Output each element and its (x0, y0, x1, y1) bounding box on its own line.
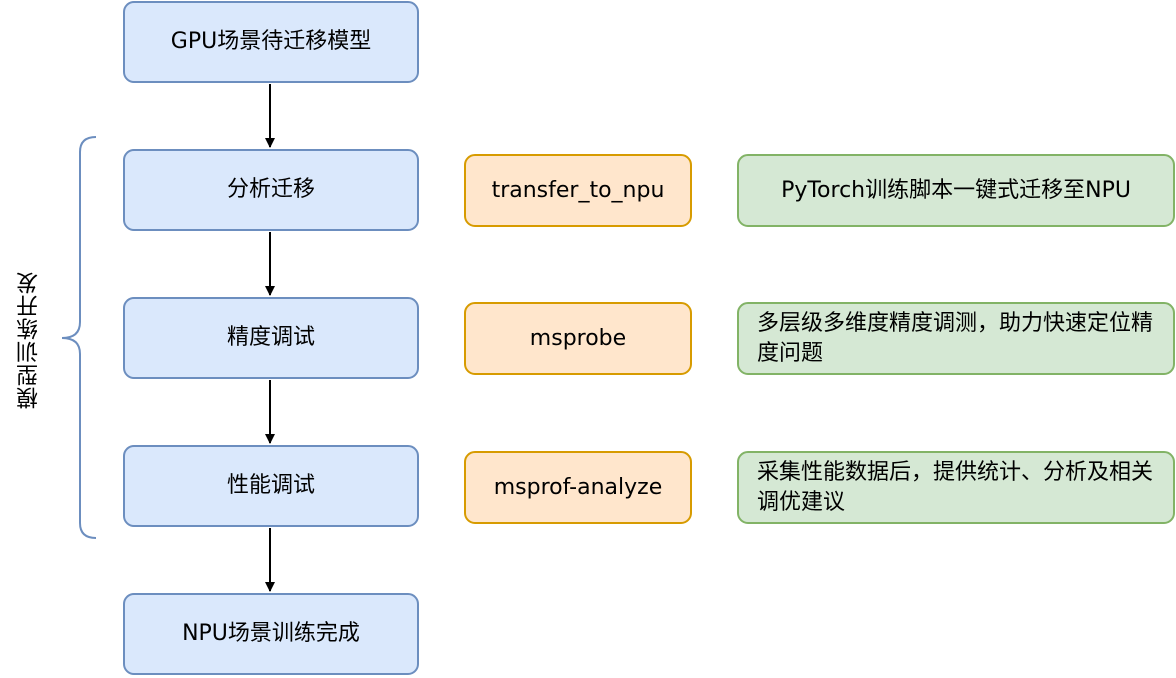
step-analysis-migration-label: 分析迁移 (226, 177, 315, 202)
desc-precision: 多层级多维度精度调测，助力快速定位精度问题 (737, 302, 1175, 375)
end-node-label: NPU场景训练完成 (182, 621, 360, 646)
desc-migration: PyTorch训练脚本一键式迁移至NPU (737, 154, 1175, 227)
step-precision-debug-label: 精度调试 (226, 325, 315, 350)
group-brace (61, 136, 97, 539)
tool-transfer-to-npu-label: transfer_to_npu (491, 177, 665, 203)
desc-precision-text: 多层级多维度精度调测，助力快速定位精度问题 (757, 310, 1154, 366)
start-node: GPU场景待迁移模型 (123, 1, 419, 83)
tool-msprobe-label: msprobe (529, 325, 627, 351)
tool-msprobe: msprobe (464, 302, 692, 375)
tool-transfer-to-npu: transfer_to_npu (464, 154, 692, 227)
desc-performance-text: 采集性能数据后，提供统计、分析及相关调优建议 (757, 459, 1154, 515)
step-performance-debug: 性能调试 (123, 445, 419, 527)
start-node-label: GPU场景待迁移模型 (170, 29, 372, 54)
desc-migration-text: PyTorch训练脚本一键式迁移至NPU (781, 177, 1131, 203)
step-performance-debug-label: 性能调试 (226, 473, 315, 498)
step-precision-debug: 精度调试 (123, 297, 419, 379)
tool-msprof-analyze: msprof-analyze (464, 451, 692, 524)
desc-performance: 采集性能数据后，提供统计、分析及相关调优建议 (737, 451, 1175, 524)
end-node: NPU场景训练完成 (123, 593, 419, 675)
tool-msprof-analyze-label: msprof-analyze (493, 474, 663, 500)
step-analysis-migration: 分析迁移 (123, 149, 419, 231)
group-label: 模型训练开发 (17, 271, 42, 409)
